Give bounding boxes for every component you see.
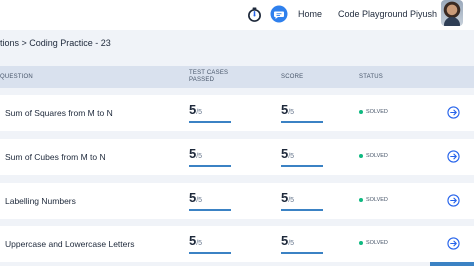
score-progress-bar [281,165,323,167]
score-total: /5 [288,153,295,160]
score: 5/5 [281,145,294,163]
breadcrumb[interactable]: tions > Coding Practice - 23 [0,38,111,48]
test-cases-passed: 5/5 [189,232,202,250]
score-progress-fill [281,209,323,211]
score: 5/5 [281,232,294,250]
table-row[interactable]: Sum of Squares from M to N 5/5 5/5 SOLVE… [0,95,474,131]
test-cases-progress-fill [189,121,231,123]
status-text: SOLVED [366,240,388,246]
arrow-right-circle-icon[interactable] [447,106,460,119]
score-progress-bar [281,252,323,254]
column-header-score: SCORE [281,74,304,80]
question-title[interactable]: Labelling Numbers [5,196,76,206]
test-cases-progress-bar [189,209,231,211]
arrow-right-circle-icon[interactable] [447,194,460,207]
score-total: /5 [288,197,295,204]
top-navbar: Home Code Playground Piyush [0,0,474,30]
test-cases-passed: 5/5 [189,145,202,163]
arrow-right-circle-icon[interactable] [447,150,460,163]
status-dot-icon [359,240,363,245]
score-progress-bar [281,121,323,123]
test-cases-progress-bar [189,252,231,254]
stopwatch-icon[interactable] [247,7,262,22]
column-header-test-cases: TEST CASES PASSED [189,70,249,84]
score-progress-bar [281,209,323,211]
status-dot-icon [359,197,363,202]
test-cases-progress-fill [189,165,231,167]
score-progress-fill [281,252,323,254]
test-cases-progress-fill [189,252,231,254]
score-total: /5 [288,240,295,247]
status-badge: SOLVED [359,153,388,159]
status-dot-icon [359,153,363,158]
status-text: SOLVED [366,153,388,159]
table-row[interactable]: Labelling Numbers 5/5 5/5 SOLVED [0,183,474,219]
question-title[interactable]: Sum of Cubes from M to N [5,152,106,162]
status-badge: SOLVED [359,109,388,115]
status-text: SOLVED [366,197,388,203]
passed-total: /5 [196,240,203,247]
nav-code-playground-link[interactable]: Code Playground [338,9,408,19]
test-cases-progress-bar [189,165,231,167]
table-row[interactable]: Sum of Cubes from M to N 5/5 5/5 SOLVED [0,139,474,175]
test-cases-passed: 5/5 [189,189,202,207]
column-header-status: STATUS [359,74,383,80]
score: 5/5 [281,101,294,119]
status-dot-icon [359,109,363,114]
status-badge: SOLVED [359,197,388,203]
arrow-right-circle-icon[interactable] [447,237,460,250]
passed-total: /5 [196,153,203,160]
table-row[interactable]: Uppercase and Lowercase Letters 5/5 5/5 … [0,226,474,262]
score-total: /5 [288,109,295,116]
test-cases-progress-fill [189,209,231,211]
score-progress-fill [281,121,323,123]
status-badge: SOLVED [359,240,388,246]
scroll-indicator [430,262,474,266]
status-text: SOLVED [366,109,388,115]
avatar[interactable] [441,0,463,26]
chat-icon[interactable] [270,5,288,23]
test-cases-progress-bar [189,121,231,123]
question-title[interactable]: Sum of Squares from M to N [5,108,113,118]
table-header: QUESTION TEST CASES PASSED SCORE STATUS [0,66,474,88]
question-title[interactable]: Uppercase and Lowercase Letters [5,239,134,249]
score: 5/5 [281,189,294,207]
user-name[interactable]: Piyush [410,9,437,19]
column-header-test-cases-line2: PASSED [189,77,215,83]
column-header-question: QUESTION [0,74,33,80]
passed-total: /5 [196,197,203,204]
passed-total: /5 [196,109,203,116]
test-cases-passed: 5/5 [189,101,202,119]
column-header-test-cases-line1: TEST CASES [189,70,229,76]
nav-home-link[interactable]: Home [298,9,322,19]
score-progress-fill [281,165,323,167]
